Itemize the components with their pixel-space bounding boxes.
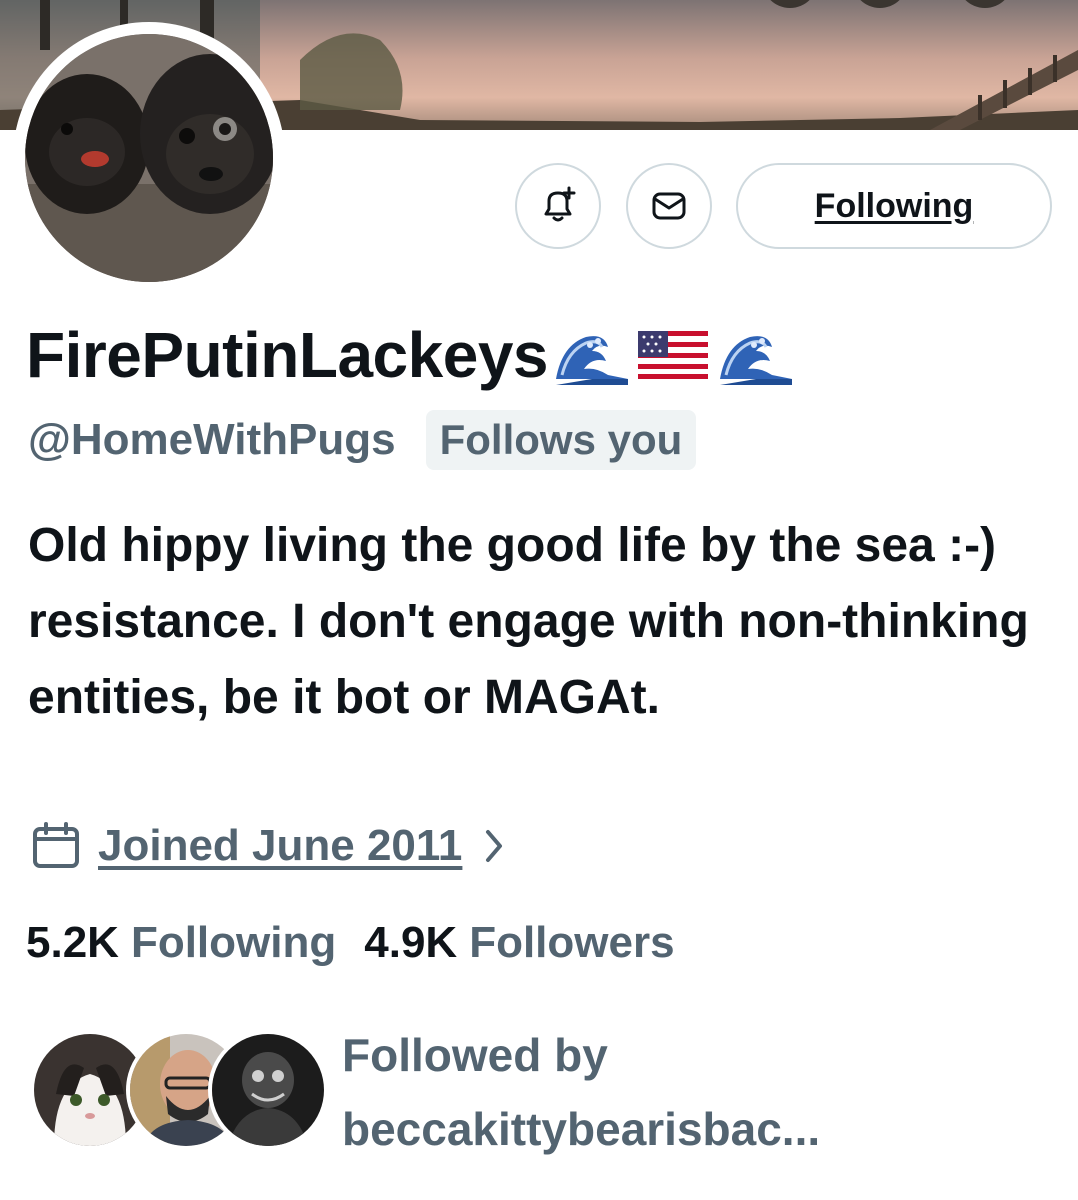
followed-by-names: beccakittybearisbac... xyxy=(342,1103,821,1155)
profile-bio: Old hippy living the good life by the se… xyxy=(28,519,1029,724)
envelope-icon xyxy=(652,192,686,220)
dark-avatar-image xyxy=(212,1034,324,1146)
joined-date[interactable]: Joined June 2011 xyxy=(98,821,462,871)
following-count: 5.2K xyxy=(26,918,119,967)
avatar xyxy=(208,1030,328,1150)
wave-emoji xyxy=(552,325,630,385)
followers-stat[interactable]: 4.9K Followers xyxy=(364,918,674,968)
message-button[interactable] xyxy=(626,163,712,249)
notify-button[interactable] xyxy=(515,163,601,249)
pug-avatar-image xyxy=(25,34,273,282)
profile-page: Following FirePutinLackeys @HomeWithPugs… xyxy=(0,0,1078,1200)
calendar-icon xyxy=(33,822,79,868)
followed-by-text[interactable]: Followed by beccakittybearisbac... xyxy=(342,1018,1042,1166)
following-stat[interactable]: 5.2K Following xyxy=(26,918,336,968)
following-button[interactable]: Following xyxy=(736,163,1052,249)
followers-label: Followers xyxy=(469,918,675,967)
profile-avatar-frame xyxy=(13,22,285,294)
followed-by-label: Followed by xyxy=(342,1029,608,1081)
us-flag-emoji xyxy=(638,331,708,379)
display-name: FirePutinLackeys xyxy=(26,319,549,391)
display-name-row: FirePutinLackeys xyxy=(26,318,794,392)
avatar[interactable] xyxy=(25,34,273,282)
following-label: Following xyxy=(130,918,337,967)
user-handle: @HomeWithPugs xyxy=(28,415,396,464)
followed-by-avatars[interactable] xyxy=(30,1030,328,1154)
bell-plus-icon xyxy=(544,186,576,222)
handle-row: @HomeWithPugs Follows you xyxy=(28,410,697,470)
chevron-right-icon xyxy=(486,830,503,862)
followers-count: 4.9K xyxy=(364,918,458,967)
follows-you-badge: Follows you xyxy=(425,410,697,470)
wave-emoji xyxy=(716,325,794,385)
follow-stats: 5.2K Following 4.9K Followers xyxy=(26,918,675,968)
joined-date-link[interactable]: Joined June 2011 xyxy=(30,820,506,872)
